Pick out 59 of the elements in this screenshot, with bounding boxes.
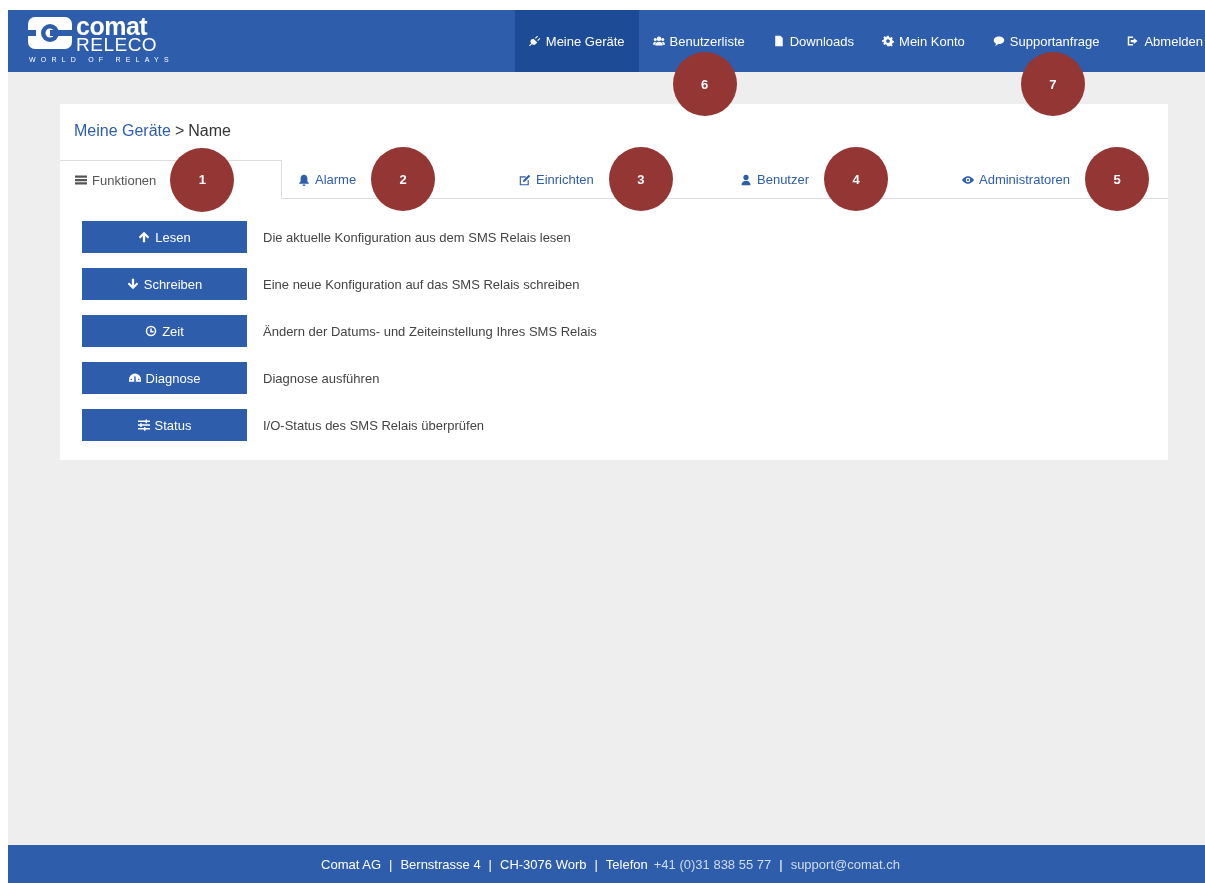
nav-link[interactable]: Abmelden bbox=[1113, 31, 1205, 51]
nav-link[interactable]: Supportanfrage bbox=[978, 31, 1114, 51]
breadcrumb-link[interactable]: Meine Geräte bbox=[74, 122, 171, 140]
breadcrumb-current: Name bbox=[188, 122, 231, 140]
nav-link[interactable]: Meine Geräte bbox=[514, 10, 639, 72]
callout-badge: 5 bbox=[1085, 147, 1150, 211]
list-icon bbox=[75, 174, 87, 186]
tab[interactable]: Administratoren bbox=[946, 160, 1072, 199]
phone-label: Telefon bbox=[605, 856, 648, 872]
function-description: Ändern der Datums- und Zeiteinstellung Ihres SMS Relais bbox=[263, 323, 597, 339]
bell-icon bbox=[298, 173, 310, 186]
tab[interactable]: Benutzer bbox=[724, 160, 811, 199]
logo-subtitle: RELECO bbox=[76, 36, 158, 53]
gear-icon bbox=[882, 35, 895, 47]
footer-separator: | bbox=[593, 856, 599, 872]
footer-separator: | bbox=[388, 856, 394, 872]
function-button[interactable]: Schreiben bbox=[82, 268, 247, 300]
logo-wordmark: comat bbox=[76, 17, 148, 36]
function-button[interactable]: Status bbox=[82, 409, 247, 441]
phone-number: +41 (0)31 838 55 77 bbox=[653, 856, 772, 872]
function-description: Diagnose ausführen bbox=[263, 370, 380, 386]
callout-badge: 3 bbox=[608, 147, 673, 211]
gauge-icon bbox=[128, 372, 141, 384]
speech-bubble-icon bbox=[992, 35, 1005, 47]
nav-link[interactable]: Downloads bbox=[758, 31, 869, 51]
arrow-down-icon bbox=[126, 278, 139, 290]
clock-icon bbox=[145, 325, 158, 337]
breadcrumb-separator: > bbox=[174, 122, 185, 140]
function-description: I/O-Status des SMS Relais überprüfen bbox=[263, 417, 485, 433]
callout-badge: 4 bbox=[824, 147, 889, 211]
footer-text: CH-3076 Worb bbox=[500, 856, 587, 872]
function-description: Die aktuelle Konfiguration aus dem SMS Relais lesen bbox=[263, 229, 571, 245]
user-icon bbox=[740, 173, 752, 186]
footer-text: Bernstrasse 4 bbox=[400, 856, 481, 872]
function-button[interactable]: Lesen bbox=[82, 221, 247, 253]
footer-text: Comat AG bbox=[321, 856, 381, 872]
function-button[interactable]: Diagnose bbox=[82, 362, 247, 394]
function-button[interactable]: Zeit bbox=[82, 315, 247, 347]
callout-badge: 6 bbox=[672, 52, 737, 116]
email-link[interactable]: support@comat.ch bbox=[790, 856, 900, 872]
nav-link[interactable]: Mein Konto bbox=[868, 31, 979, 51]
sliders-icon bbox=[137, 419, 150, 431]
arrow-up-icon bbox=[138, 231, 151, 243]
edit-icon bbox=[519, 173, 531, 186]
footer-separator: | bbox=[487, 856, 493, 872]
document-icon bbox=[772, 35, 785, 47]
nav-link[interactable]: Benutzerliste bbox=[638, 31, 759, 51]
callout-badge: 7 bbox=[1020, 52, 1085, 116]
callout-badge: 1 bbox=[170, 147, 235, 212]
tab[interactable]: Einrichten bbox=[503, 160, 595, 199]
footer-separator: | bbox=[778, 856, 784, 872]
plug-icon bbox=[528, 35, 541, 47]
eye-icon bbox=[962, 173, 974, 186]
callout-badge: 2 bbox=[371, 147, 436, 211]
logo-icon bbox=[28, 17, 72, 49]
function-description: Eine neue Konfiguration auf das SMS Relais schreiben bbox=[263, 276, 580, 292]
logout-icon bbox=[1127, 35, 1140, 47]
users-icon bbox=[652, 35, 665, 47]
tab[interactable]: Alarme bbox=[282, 160, 358, 199]
